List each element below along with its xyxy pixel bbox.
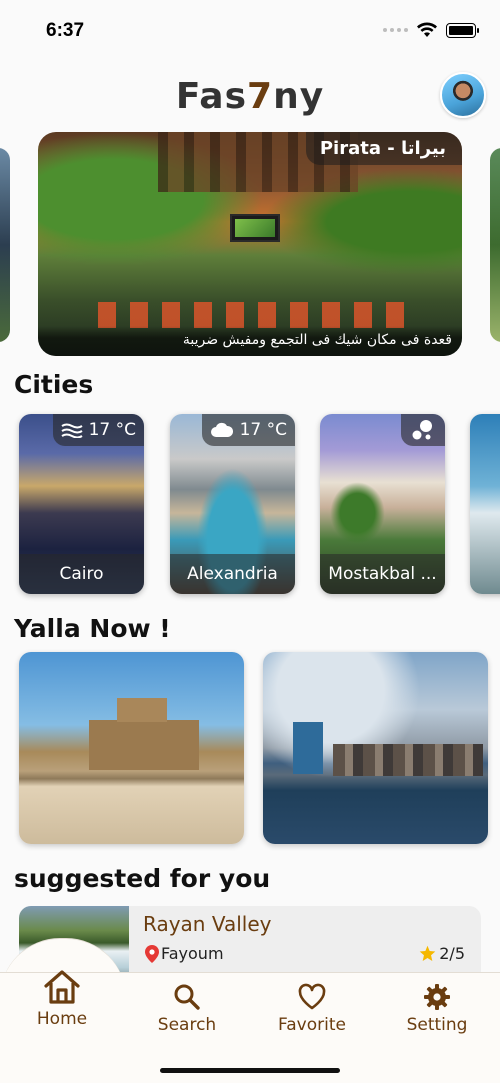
hero-image-detail — [98, 302, 418, 328]
heart-icon — [298, 983, 326, 1010]
city-name: Alexandria — [170, 554, 295, 594]
star-icon — [419, 945, 436, 961]
nav-item-home[interactable]: Home — [7, 969, 117, 1029]
suggested-location: Fayoum — [145, 944, 224, 963]
suggested-rating: 2/5 — [419, 944, 465, 963]
logo-part2: ny — [273, 76, 325, 117]
status-time: 6:37 — [46, 20, 85, 41]
avatar[interactable] — [440, 72, 486, 118]
bubbles-icon — [412, 420, 432, 440]
status-icons — [383, 22, 479, 38]
logo-accent: 7 — [247, 76, 274, 117]
weather-badge: 17 °C — [52, 414, 144, 446]
bottom-nav: Home Search Favorite Setting — [0, 969, 500, 1083]
hero-card-next[interactable] — [490, 148, 500, 342]
suggested-heading: suggested for you — [14, 864, 271, 893]
temperature: 17 °C — [239, 420, 287, 440]
image-detail — [89, 698, 199, 770]
yalla-card-coast[interactable] — [263, 652, 488, 844]
wifi-icon — [417, 22, 437, 37]
search-icon — [174, 984, 200, 1010]
nav-label: Favorite — [278, 1015, 346, 1035]
nav-item-favorite[interactable]: Favorite — [257, 983, 367, 1035]
weather-badge: 17 °C — [201, 414, 295, 446]
app-logo: Fas7ny — [0, 76, 500, 117]
city-name: Mostakbal ... — [320, 554, 445, 594]
cities-list[interactable]: 17 °C Cairo 17 °C Alexandria Mostakbal .… — [0, 414, 500, 594]
signal-dots-icon — [383, 28, 408, 32]
suggested-name: Rayan Valley — [143, 912, 272, 936]
cloud-icon — [210, 422, 233, 437]
app-header: Fas7ny — [0, 62, 500, 128]
city-name: Cairo — [19, 554, 144, 594]
status-bar: 6:37 — [0, 0, 500, 62]
rating-text: 2/5 — [439, 944, 465, 963]
cities-heading: Cities — [14, 370, 94, 399]
home-icon — [44, 970, 80, 1004]
temperature: 17 °C — [88, 420, 136, 440]
mist-icon — [61, 423, 83, 438]
nav-label: Setting — [406, 1015, 468, 1035]
location-pin-icon — [145, 944, 159, 963]
hero-title: Pirata - بيراتا — [305, 132, 462, 165]
hero-image-detail — [230, 214, 280, 242]
hero-carousel[interactable]: Pirata - بيراتا قعدة فى مكان شيك فى التج… — [0, 132, 500, 356]
nav-item-setting[interactable]: Setting — [382, 983, 492, 1035]
image-detail — [293, 722, 323, 774]
hero-card[interactable]: Pirata - بيراتا قعدة فى مكان شيك فى التج… — [38, 132, 462, 356]
image-detail — [333, 744, 483, 776]
gear-icon — [424, 984, 450, 1010]
yalla-card-citadel[interactable] — [19, 652, 244, 844]
yalla-now-list[interactable] — [0, 652, 500, 844]
nav-item-search[interactable]: Search — [132, 983, 242, 1035]
weather-badge — [401, 414, 445, 446]
city-card-next[interactable] — [470, 414, 500, 594]
nav-label: Home — [36, 1009, 88, 1029]
battery-icon — [446, 22, 479, 38]
hero-card-previous[interactable] — [0, 148, 10, 342]
hero-caption: قعدة فى مكان شيك فى التجمع ومفيش ضريبة — [38, 326, 462, 356]
nav-label: Search — [157, 1015, 217, 1035]
logo-part1: Fas — [175, 76, 248, 117]
location-text: Fayoum — [161, 944, 224, 963]
home-indicator[interactable] — [160, 1068, 340, 1073]
yalla-now-heading: Yalla Now ! — [14, 614, 171, 643]
city-card-mostakbal[interactable]: Mostakbal ... — [320, 414, 445, 594]
city-card-cairo[interactable]: 17 °C Cairo — [19, 414, 144, 594]
city-card-alexandria[interactable]: 17 °C Alexandria — [170, 414, 295, 594]
